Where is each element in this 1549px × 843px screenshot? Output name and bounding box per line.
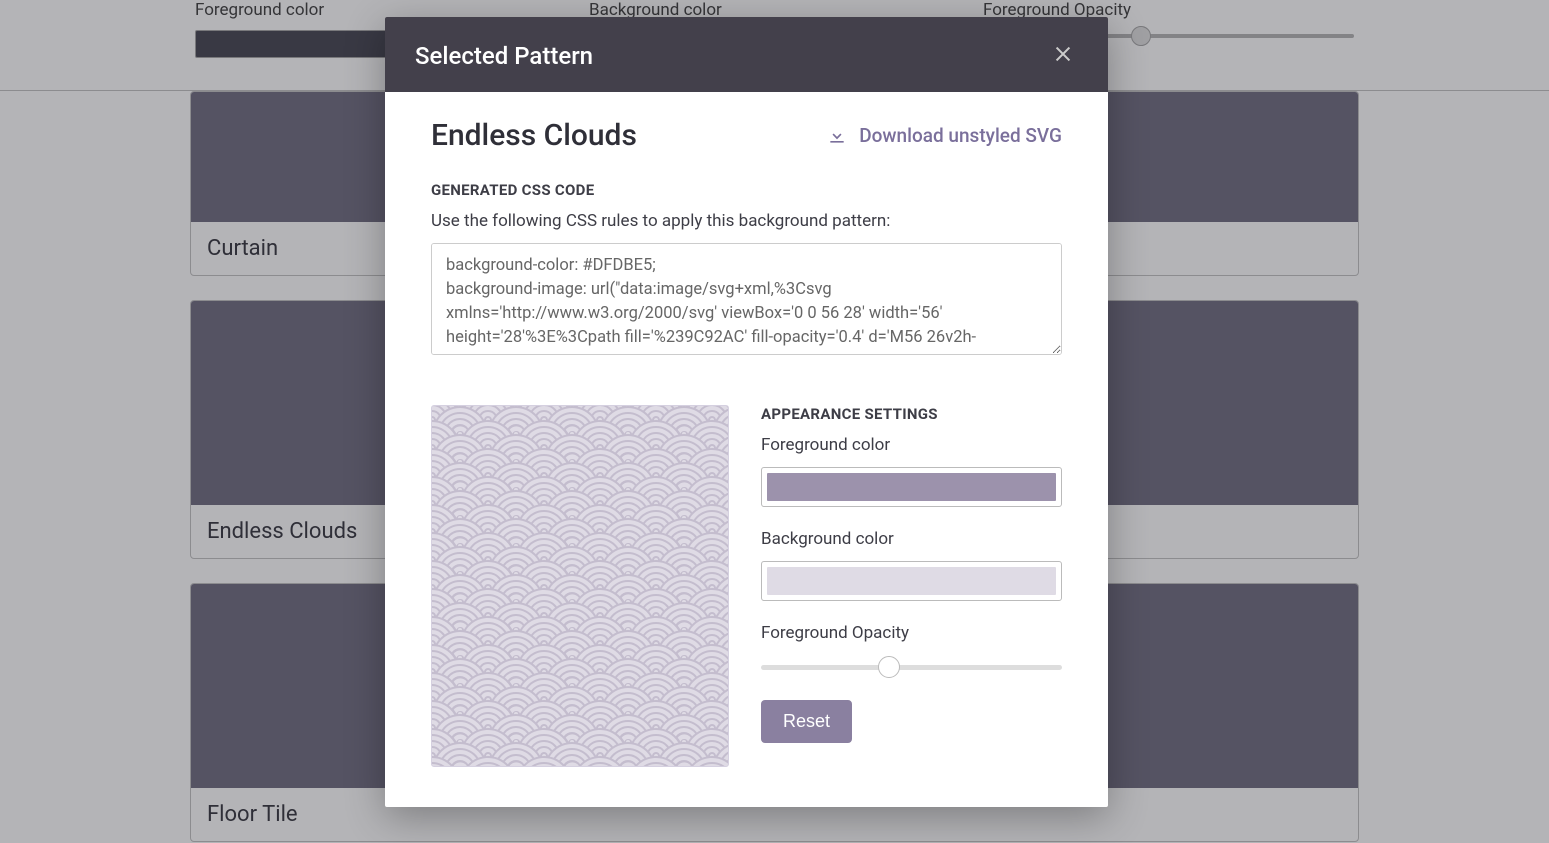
fg-color-picker[interactable] bbox=[761, 467, 1062, 507]
download-svg-link[interactable]: Download unstyled SVG bbox=[827, 124, 1062, 147]
opacity-slider[interactable] bbox=[761, 665, 1062, 670]
reset-button[interactable]: Reset bbox=[761, 700, 852, 743]
close-button[interactable] bbox=[1048, 39, 1078, 72]
css-code-textarea[interactable] bbox=[431, 243, 1062, 355]
bg-color-value bbox=[767, 567, 1056, 595]
appearance-settings-label: APPEARANCE SETTINGS bbox=[761, 405, 1062, 423]
generated-css-label: GENERATED CSS CODE bbox=[431, 181, 1062, 199]
download-svg-label: Download unstyled SVG bbox=[859, 124, 1062, 147]
appearance-settings: APPEARANCE SETTINGS Foreground color Bac… bbox=[761, 405, 1062, 767]
css-hint: Use the following CSS rules to apply thi… bbox=[431, 211, 1062, 231]
close-icon bbox=[1052, 43, 1074, 65]
selected-pattern-modal: Selected Pattern Endless Clouds Download… bbox=[385, 17, 1108, 807]
download-icon bbox=[827, 126, 847, 146]
opacity-slider-thumb[interactable] bbox=[878, 656, 900, 678]
opacity-label: Foreground Opacity bbox=[761, 623, 1062, 643]
modal-body: Endless Clouds Download unstyled SVG GEN… bbox=[385, 92, 1108, 807]
fg-color-label: Foreground color bbox=[761, 435, 1062, 455]
pattern-live-preview bbox=[431, 405, 729, 767]
modal-header: Selected Pattern bbox=[385, 17, 1108, 92]
modal-title: Selected Pattern bbox=[415, 42, 593, 70]
bg-color-label: Background color bbox=[761, 529, 1062, 549]
bg-color-picker[interactable] bbox=[761, 561, 1062, 601]
fg-color-value bbox=[767, 473, 1056, 501]
pattern-name: Endless Clouds bbox=[431, 118, 637, 153]
